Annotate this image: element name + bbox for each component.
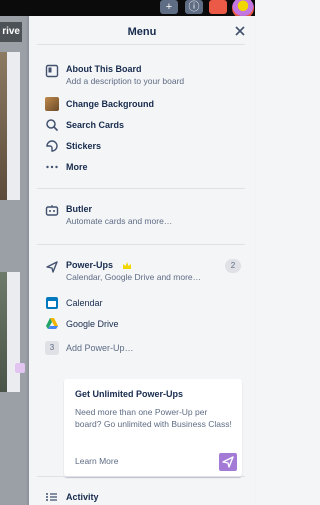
add-power-up-label: Add Power-Up… (66, 343, 134, 353)
menu-item-label: About This Board (66, 64, 142, 74)
menu-item-label: Butler (66, 204, 93, 214)
power-up-label: Calendar (66, 298, 103, 308)
menu-item-label: Change Background (66, 99, 155, 109)
promo-body: Need more than one Power-Up per board? G… (75, 407, 232, 429)
menu-item-power-ups[interactable]: Power-Ups Calendar, Google Drive and mor… (45, 259, 245, 285)
learn-more-link[interactable]: Learn More (75, 456, 118, 466)
menu-item-label: More (66, 162, 88, 172)
menu-item-search-cards[interactable]: Search Cards (45, 118, 245, 132)
menu-item-about[interactable]: About This Board Add a description to yo… (45, 63, 245, 89)
info-icon[interactable]: ⓘ (185, 0, 203, 14)
divider (37, 244, 245, 245)
rocket-icon (46, 261, 58, 273)
menu-item-more[interactable]: More (45, 160, 245, 174)
promo-title: Get Unlimited Power-Ups (75, 389, 184, 399)
menu-item-butler[interactable]: Butler Automate cards and more… (45, 203, 245, 229)
butler-icon (45, 205, 59, 216)
lock-icon (15, 363, 25, 373)
background-thumbnail-icon (45, 97, 59, 111)
menu-item-stickers[interactable]: Stickers (45, 139, 245, 153)
menu-item-label: Search Cards (66, 120, 125, 130)
add-power-up-link[interactable]: 3 Add Power-Up… (45, 341, 245, 355)
board-icon (45, 64, 59, 78)
board-list-image (0, 52, 7, 200)
notification-bell-icon[interactable] (209, 0, 227, 14)
activity-icon (46, 493, 57, 501)
board-menu-panel: Menu About This Board Add a description … (29, 16, 255, 505)
close-icon[interactable] (233, 24, 247, 38)
google-drive-icon (46, 318, 58, 329)
menu-item-sub: Add a description to your board (66, 76, 185, 86)
add-power-up-count: 3 (45, 341, 59, 355)
board-list[interactable] (7, 272, 20, 392)
menu-item-change-background[interactable]: Change Background (45, 97, 245, 111)
panel-title: Menu (127, 26, 157, 38)
top-header: + ⓘ (0, 0, 255, 19)
menu-item-label: Power-Ups (66, 260, 114, 270)
search-icon (46, 119, 59, 132)
power-up-promo-card: Get Unlimited Power-Ups Need more than o… (64, 379, 242, 477)
menu-item-label: Stickers (66, 141, 102, 151)
more-dots-icon (46, 165, 58, 169)
menu-item-label: Activity (66, 492, 99, 502)
crown-icon (123, 262, 131, 269)
calendar-icon (46, 297, 58, 309)
menu-item-activity[interactable]: Activity (45, 490, 245, 504)
power-ups-count-badge: 2 (225, 259, 241, 273)
power-up-label: Google Drive (66, 319, 119, 329)
menu-item-sub: Calendar, Google Drive and more… (66, 272, 202, 282)
rocket-icon (219, 453, 237, 471)
divider (37, 188, 245, 189)
board-list-image (0, 272, 7, 392)
divider (37, 44, 245, 45)
add-icon[interactable]: + (160, 0, 178, 14)
menu-item-sub: Automate cards and more… (66, 216, 173, 226)
sticker-icon (46, 140, 58, 152)
power-up-google-drive[interactable]: Google Drive (45, 317, 245, 331)
divider (37, 476, 245, 477)
power-up-calendar[interactable]: Calendar (45, 296, 245, 310)
board-tab[interactable]: rive (0, 22, 22, 42)
board-list[interactable] (7, 52, 20, 200)
